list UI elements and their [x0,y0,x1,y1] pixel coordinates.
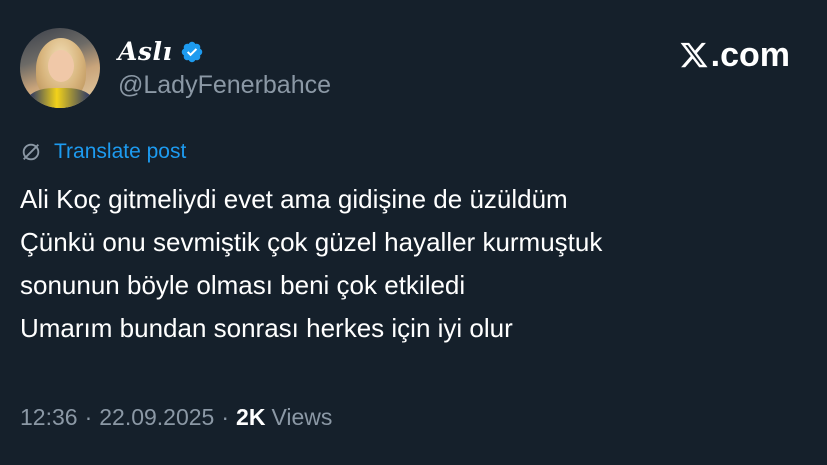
author-display-name[interactable]: Aslı [118,37,172,66]
post-text-line: Umarım bundan sonrası herkes için iyi ol… [20,313,513,343]
views-count[interactable]: 2K [236,404,265,431]
post-time[interactable]: 12:36 [20,404,78,431]
views-label[interactable]: Views [271,404,332,431]
post-text-line: sonunun böyle olması beni çok etkiledi [20,270,466,300]
author-info: Aslı @LadyFenerbahce [118,37,331,100]
avatar[interactable] [20,28,100,108]
x-logo-icon [680,42,708,68]
post-date[interactable]: 22.09.2025 [99,404,214,431]
avatar-shirt [28,88,92,108]
author-handle[interactable]: @LadyFenerbahce [118,71,331,100]
translate-post-label: Translate post [54,140,187,163]
globe-slash-icon [22,143,40,161]
post-card: Aslı @LadyFenerbahce .com Translate post… [0,0,827,465]
author-name-row: Aslı [118,37,331,67]
x-logo-text: .com [710,35,790,74]
post-header: Aslı @LadyFenerbahce [20,28,331,108]
translate-post-link[interactable]: Translate post [20,140,186,164]
verified-badge-icon[interactable] [180,40,204,64]
post-meta: 12:36 · 22.09.2025 · 2K Views [20,404,332,431]
post-text-line: Çünkü onu sevmiştik çok güzel hayaller k… [20,227,603,257]
post-text-line: Ali Koç gitmeliydi evet ama gidişine de … [20,184,568,214]
avatar-face [48,50,74,82]
meta-separator: · [84,404,93,430]
x-brand-logo: .com [679,35,790,74]
post-text: Ali Koç gitmeliydi evet ama gidişine de … [20,178,800,350]
meta-separator: · [221,404,230,430]
